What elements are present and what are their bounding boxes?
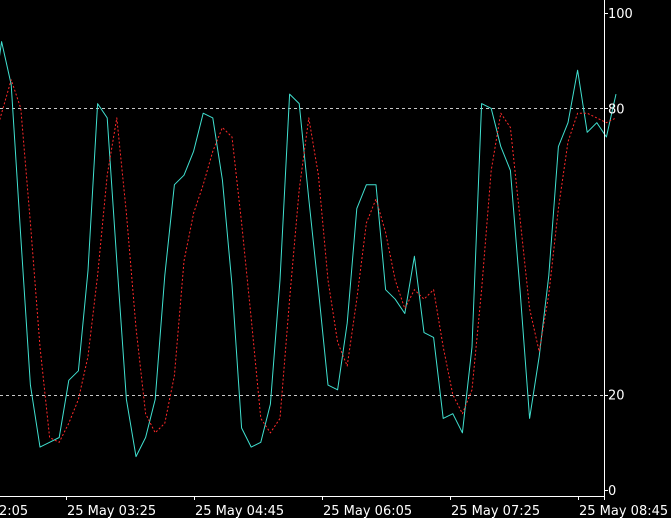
y-tick-label: 20: [608, 389, 625, 404]
x-tick-label: 25 May 06:05: [323, 504, 412, 518]
x-tick-label: 25 May 08:45: [579, 504, 668, 518]
stochastic-chart: 100 80 20 0 2:05 25 May 03:25 25 May 04:45 25 …: [0, 0, 671, 518]
x-tick-label: 25 May 03:25: [67, 504, 156, 518]
x-tick-label: 25 May 07:25: [451, 504, 540, 518]
x-tick-label: 2:05: [0, 504, 28, 518]
y-tick-label: 0: [608, 484, 616, 499]
x-tick-label: 25 May 04:45: [195, 504, 284, 518]
plot-background: [0, 0, 671, 518]
y-tick-label: 100: [608, 7, 633, 22]
y-tick-label: 80: [608, 102, 625, 117]
